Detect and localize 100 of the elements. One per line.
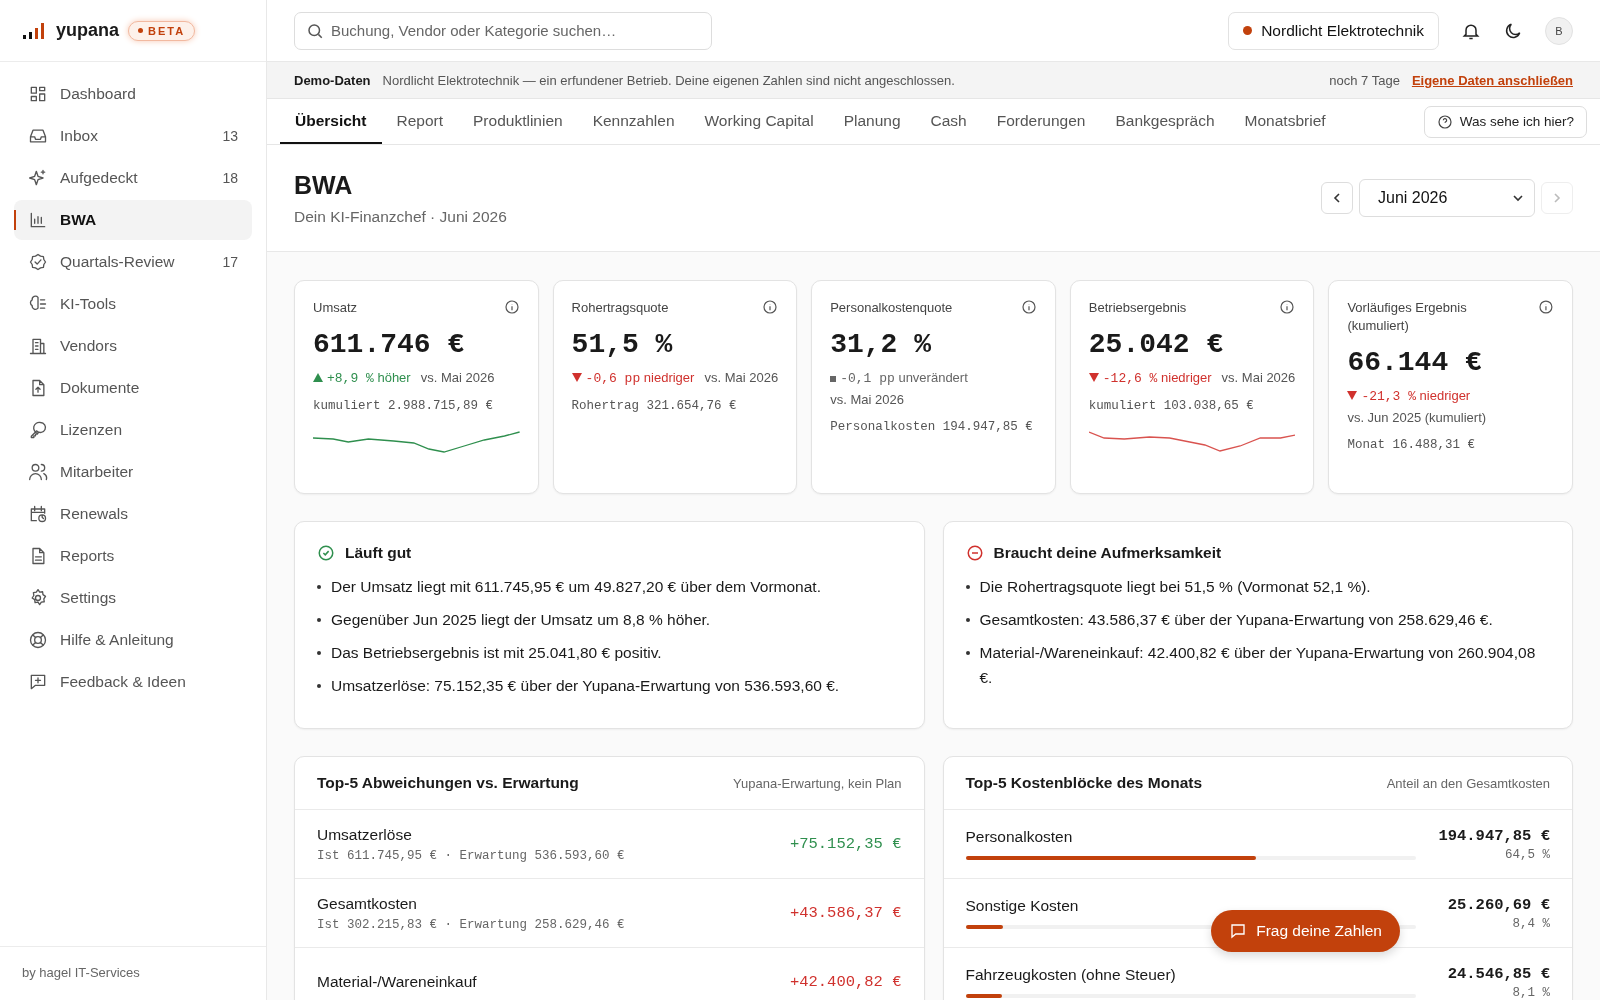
sidebar-item[interactable]: Inbox 13 <box>14 116 252 156</box>
beta-badge: BETA <box>128 20 196 41</box>
sparkle-icon <box>28 168 48 188</box>
insight-text: Die Rohertragsquote liegt bei 51,5 % (Vormonat 52,1 %). <box>979 577 1371 597</box>
user-avatar[interactable]: B <box>1545 16 1573 45</box>
chevron-down-icon <box>1512 192 1524 204</box>
panel-title: Braucht deine Aufmerksamkeit <box>993 544 1222 562</box>
tab[interactable]: Kennzahlen <box>577 99 690 144</box>
grid-icon <box>28 84 48 104</box>
row-detail: Ist 611.745,95 € · Erwartung 536.593,60 € <box>317 848 625 863</box>
demo-text: Nordlicht Elektrotechnik — ein erfundener Betrieb. Deine eigenen Zahlen sind nicht angeschlossen. <box>382 72 956 88</box>
panel-note: Anteil an den Gesamtkosten <box>1386 775 1550 791</box>
sidebar-item[interactable]: BWA <box>14 200 252 240</box>
kpi-value: 31,2 % <box>830 329 932 360</box>
panel-title: Top-5 Kostenblöcke des Monats <box>965 774 1203 792</box>
month-select[interactable]: Juni 2026 <box>1359 179 1535 217</box>
tab[interactable]: Report <box>381 99 459 144</box>
row-label: Material-/Wareneinkauf <box>317 973 477 991</box>
change-indicator: -21,3 % niedriger <box>1347 388 1471 404</box>
sidebar-item[interactable]: Reports <box>14 536 252 576</box>
search-icon <box>306 21 324 40</box>
kpi-value: 51,5 % <box>571 329 674 360</box>
sidebar-item[interactable]: Dashboard <box>14 74 252 114</box>
sidebar-item[interactable]: Settings <box>14 578 252 618</box>
row-label: Umsatzerlöse <box>317 825 413 844</box>
cost-share: 8,1 % <box>1511 985 1550 1000</box>
cost-value: 25.260,69 € <box>1447 895 1550 914</box>
kpi-label: Vorläufiges Ergebnis (kumuliert) <box>1347 299 1468 335</box>
kpi-label: Umsatz <box>313 299 358 317</box>
kpi-detail: kumuliert 103.038,65 € <box>1088 398 1255 415</box>
people-icon <box>28 462 48 482</box>
company-selector[interactable]: Nordlicht Elektrotechnik <box>1228 11 1439 50</box>
sidebar-item[interactable]: Feedback & Ideen <box>14 662 252 702</box>
kpi-label: Betriebsergebnis <box>1088 299 1187 317</box>
trial-days: noch 7 Tage <box>1329 72 1400 88</box>
tab[interactable]: Forderungen <box>981 99 1101 144</box>
info-icon[interactable] <box>1538 299 1554 315</box>
key-icon <box>28 420 48 440</box>
chat-plus-icon <box>28 672 48 692</box>
tab[interactable]: Cash <box>915 99 982 144</box>
demo-label: Demo-Daten <box>294 72 371 88</box>
help-button[interactable]: Was sehe ich hier? <box>1423 105 1587 138</box>
deviation-value: +75.152,35 € <box>789 835 902 853</box>
kpi-detail: kumuliert 2.988.715,89 € <box>313 398 495 415</box>
sidebar-item[interactable]: Lizenzen <box>14 410 252 450</box>
cost-share: 64,5 % <box>1504 847 1550 862</box>
sidebar-item[interactable]: Vendors <box>14 326 252 366</box>
panel-title: Top-5 Abweichungen vs. Erwartung <box>317 774 579 792</box>
row-label: Personalkosten <box>965 828 1074 846</box>
info-icon[interactable] <box>762 299 779 315</box>
insight-text: Umsatzerlöse: 75.152,35 € über der Yupana-Erwartung von 536.593,60 €. <box>331 676 840 696</box>
comparison-text: vs. Mai 2026 <box>420 370 495 386</box>
kpi-detail: Monat 16.488,31 € <box>1347 437 1476 454</box>
building-icon <box>28 336 48 356</box>
sidebar-item[interactable]: Hilfe & Anleitung <box>14 620 252 660</box>
sidebar-item[interactable]: Quartals-Review 17 <box>14 242 252 282</box>
tab[interactable]: Working Capital <box>689 99 829 144</box>
comparison-text: vs. Mai 2026 <box>704 370 779 386</box>
tab[interactable]: Übersicht <box>280 99 382 144</box>
cost-value: 194.947,85 € <box>1438 826 1550 845</box>
insight-text: Material-/Wareneinkauf: 42.400,82 € über der Yupana-Erwartung von 260.904,08 €. <box>979 643 1537 688</box>
tab[interactable]: Planung <box>828 99 916 144</box>
help-icon <box>1436 113 1453 130</box>
comparison-text: vs. Mai 2026 <box>1221 370 1296 386</box>
change-indicator: -0,6 pp niedriger <box>571 370 695 386</box>
row-label: Fahrzeugkosten (ohne Steuer) <box>965 966 1177 984</box>
panel-note: Yupana-Erwartung, kein Plan <box>733 775 902 791</box>
insight-text: Das Betriebsergebnis ist mit 25.041,80 € positiv. <box>331 643 662 663</box>
previous-month-button[interactable] <box>1321 182 1353 214</box>
signal-bars-icon <box>23 22 47 39</box>
sidebar-item[interactable]: Aufgedeckt 18 <box>14 158 252 198</box>
info-icon[interactable] <box>503 299 520 315</box>
cost-value: 24.546,85 € <box>1447 964 1550 983</box>
row-label: Sonstige Kosten <box>965 897 1080 915</box>
kpi-value: 66.144 € <box>1347 347 1483 378</box>
sidebar-item[interactable]: Renewals <box>14 494 252 534</box>
deviation-value: +42.400,82 € <box>789 973 902 991</box>
info-icon[interactable] <box>1279 299 1296 315</box>
ask-chat-button[interactable]: Frag deine Zahlen <box>1211 910 1400 952</box>
chevron-right-icon <box>1551 192 1563 204</box>
page-title: BWA <box>294 170 354 200</box>
connect-data-link[interactable]: Eigene Daten anschließen <box>1411 72 1573 88</box>
search-field[interactable]: Buchung, Vendor oder Kategorie suchen… <box>294 11 712 50</box>
bar-chart-icon <box>28 210 48 230</box>
tab[interactable]: Monatsbrief <box>1229 99 1341 144</box>
row-detail: Ist 302.215,83 € · Erwartung 258.629,46 € <box>317 917 625 932</box>
change-indicator: +8,9 % höher <box>313 370 411 386</box>
insight-text: Gesamtkosten: 43.586,37 € über der Yupana-Erwartung von 258.629,46 €. <box>979 610 1493 630</box>
check-badge-icon <box>28 252 48 272</box>
deviation-value: +43.586,37 € <box>789 904 902 922</box>
sidebar-item[interactable]: Dokumente <box>14 368 252 408</box>
info-icon[interactable] <box>1020 299 1037 315</box>
sidebar-item[interactable]: Mitarbeiter <box>14 452 252 492</box>
tab[interactable]: Bankgespräch <box>1100 99 1230 144</box>
tab[interactable]: Produktlinien <box>458 99 578 144</box>
page-subtitle: Dein KI-Finanzchef · Juni 2026 <box>294 207 507 226</box>
calendar-clock-icon <box>28 504 48 524</box>
comparison-text: vs. Mai 2026 <box>830 392 904 407</box>
sidebar-item[interactable]: KI-Tools <box>14 284 252 324</box>
kpi-label: Rohertragsquote <box>571 299 669 317</box>
